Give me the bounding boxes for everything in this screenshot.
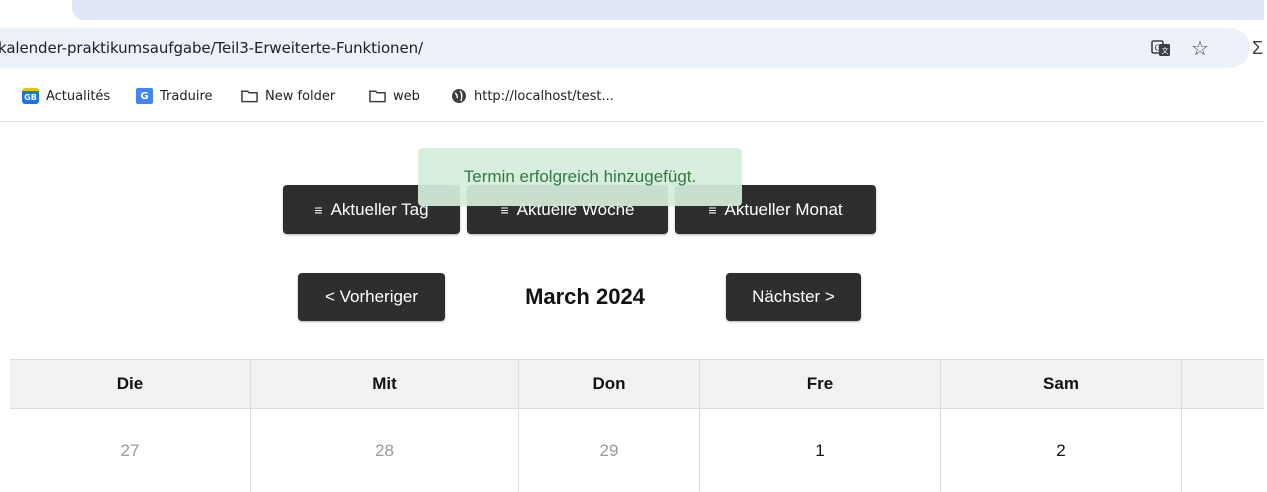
- previous-month-button[interactable]: < Vorheriger: [298, 273, 445, 321]
- month-title: March 2024: [525, 284, 645, 309]
- bookmark-new-folder[interactable]: New folder: [241, 88, 335, 104]
- active-tab[interactable]: [72, 0, 1267, 20]
- tab-strip: [0, 0, 1267, 26]
- filter-icon: ≡: [314, 201, 323, 218]
- translate-page-icon[interactable]: G 文: [1149, 36, 1173, 60]
- toolbar-divider: [0, 121, 1267, 122]
- globe-icon: [450, 88, 467, 104]
- bookmark-label: Traduire: [160, 88, 213, 104]
- weekday-header: Fre: [700, 360, 941, 408]
- day-cell[interactable]: 29: [519, 409, 700, 492]
- day-cell[interactable]: 27: [10, 409, 251, 492]
- calendar-grid: Die Mit Don Fre Sam 27 28 29 1 2: [10, 359, 1264, 492]
- weekday-header: Don: [519, 360, 700, 408]
- day-cell[interactable]: 1: [700, 409, 941, 492]
- address-bar[interactable]: kalender-praktikumsaufgabe/Teil3-Erweite…: [0, 28, 1250, 68]
- button-label: Aktueller Monat: [724, 199, 843, 219]
- button-label: Aktueller Tag: [330, 199, 429, 219]
- bookmark-localhost[interactable]: http://localhost/test...: [450, 88, 614, 104]
- weekday-header: Sam: [941, 360, 1182, 408]
- folder-icon: [241, 88, 258, 104]
- url-text[interactable]: kalender-praktikumsaufgabe/Teil3-Erweite…: [0, 39, 423, 57]
- next-month-button[interactable]: Nächster >: [726, 273, 861, 321]
- google-translate-icon: G: [136, 88, 153, 104]
- bookmark-traduire[interactable]: G Traduire: [136, 88, 213, 104]
- bookmarks-bar: GB Actualités G Traduire New folder web …: [0, 80, 1267, 112]
- bookmark-star-icon[interactable]: ☆: [1188, 36, 1212, 60]
- svg-text:文: 文: [1162, 46, 1169, 55]
- extensions-icon[interactable]: Σ: [1252, 38, 1263, 59]
- weekday-header: Die: [10, 360, 251, 408]
- google-news-icon: GB: [22, 88, 39, 104]
- folder-icon: [369, 88, 386, 104]
- bookmark-actualites[interactable]: GB Actualités: [22, 88, 110, 104]
- day-cell[interactable]: 28: [251, 409, 519, 492]
- bookmark-web[interactable]: web: [369, 88, 420, 104]
- day-cell[interactable]: 2: [941, 409, 1182, 492]
- success-toast: Termin erfolgreich hinzugefügt.: [418, 148, 742, 206]
- weekday-header: Mit: [251, 360, 519, 408]
- bookmark-label: web: [393, 88, 420, 104]
- bookmark-label: Actualités: [46, 88, 111, 104]
- bookmark-label: New folder: [265, 88, 336, 104]
- bookmark-label: http://localhost/test...: [474, 88, 614, 104]
- weekday-header-row: Die Mit Don Fre Sam: [10, 360, 1264, 409]
